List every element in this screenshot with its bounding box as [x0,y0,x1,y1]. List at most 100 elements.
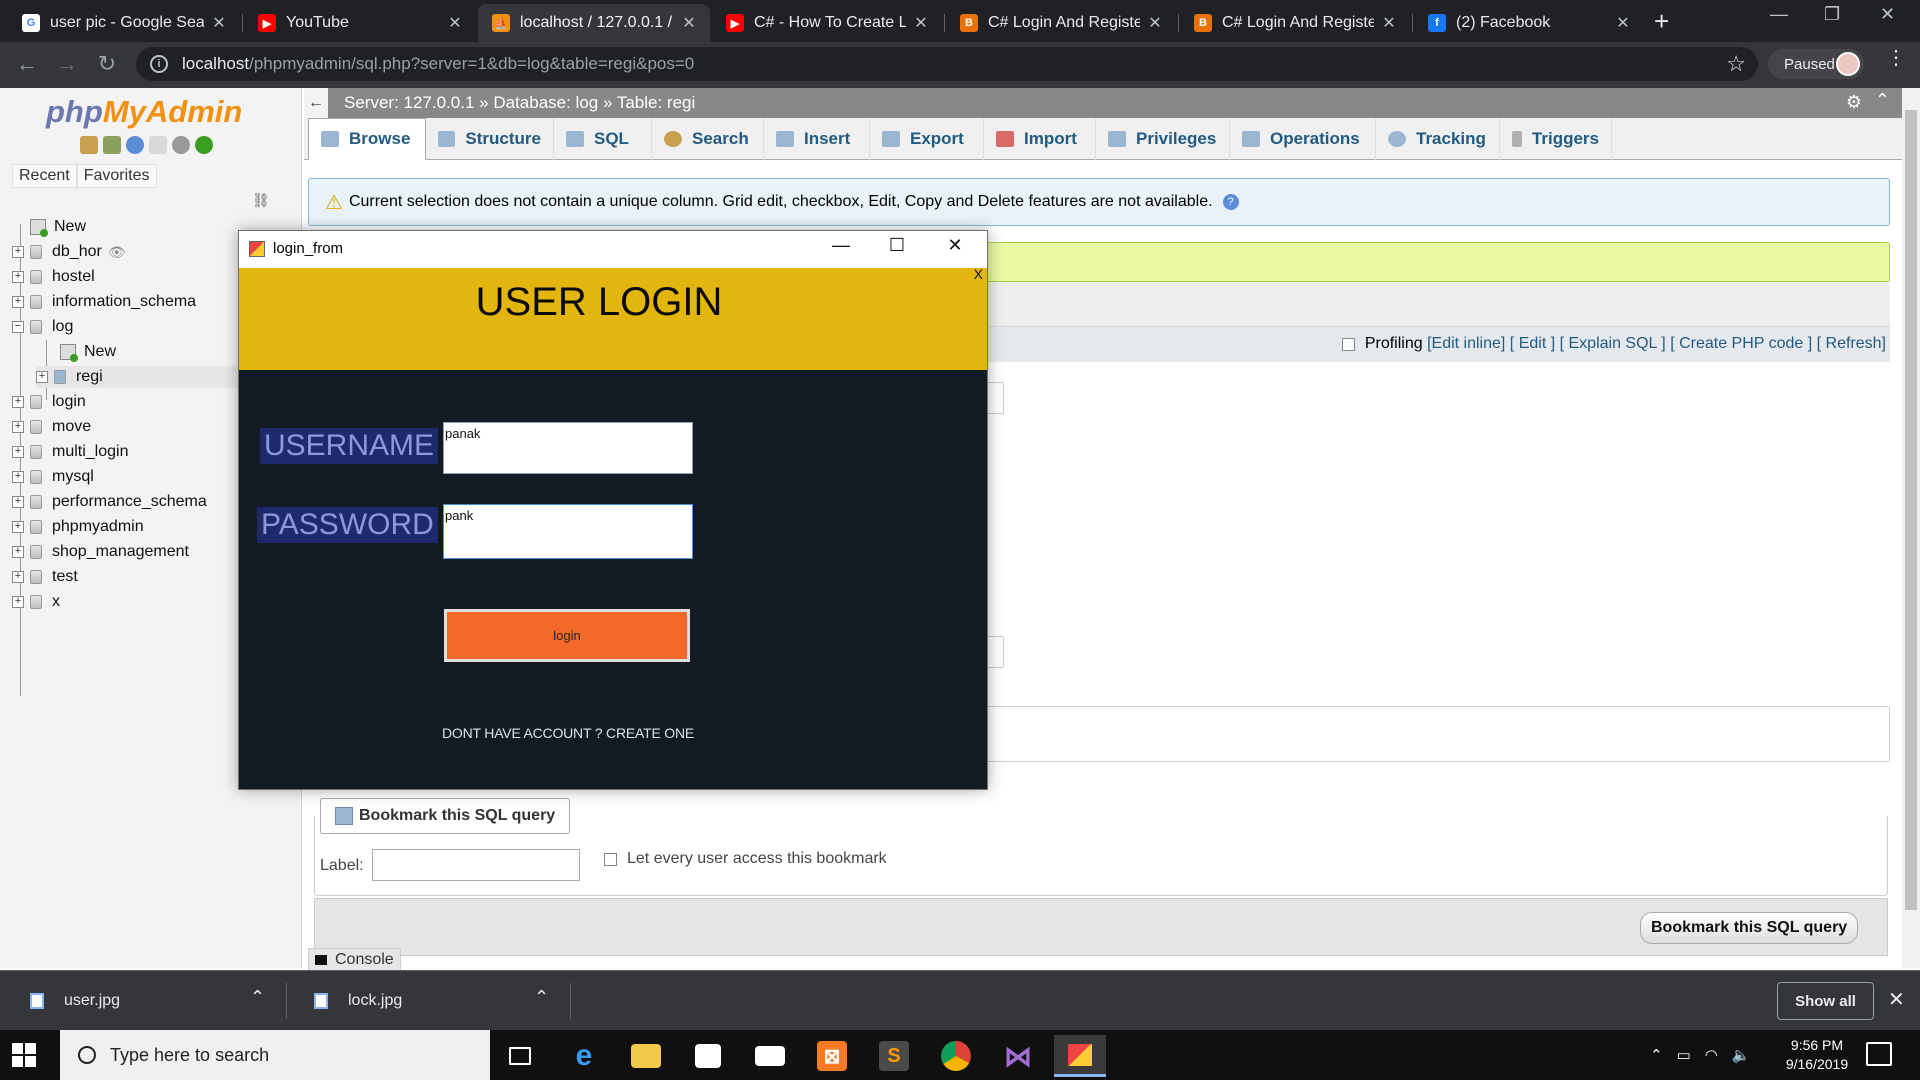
show-hidden-icons-icon[interactable]: ⌃ [1650,1046,1663,1064]
breadcrumb-table[interactable]: Table: regi [617,93,695,112]
windows-start-icon[interactable] [12,1043,36,1067]
share-bookmark-checkbox[interactable] [604,852,617,866]
close-window-icon[interactable]: ✕ [1880,4,1895,25]
address-bar[interactable]: i localhost/phpmyadmin/sql.php?server=1&… [136,47,1758,81]
bookmark-share-option[interactable]: Let every user access this bookmark [604,850,887,868]
expand-icon[interactable]: + [12,296,24,308]
link-icon[interactable]: ⛓ [252,192,270,209]
expand-icon[interactable]: + [12,396,24,408]
tab-browse[interactable]: Browse [308,118,426,160]
scrollbar-thumb[interactable] [1905,110,1917,910]
password-field[interactable]: pank [443,504,693,559]
eye-icon[interactable]: 👁 [108,244,126,261]
breadcrumb-database[interactable]: Database: log » [493,93,612,112]
console-toggle[interactable]: Console [308,948,401,972]
task-view-icon[interactable] [494,1035,546,1077]
mail-icon[interactable] [744,1035,796,1077]
browser-tab[interactable]: B C# Login And Register ✕ [1180,4,1410,42]
edit-inline-link[interactable]: [Edit inline] [1427,335,1505,353]
tab-tracking[interactable]: Tracking [1376,118,1500,160]
show-all-downloads-button[interactable]: Show all [1777,982,1874,1020]
create-account-link[interactable]: DONT HAVE ACCOUNT ? CREATE ONE [442,725,694,741]
tree-item-login[interactable]: + login [12,391,86,413]
battery-icon[interactable]: ▭ [1677,1046,1691,1064]
close-tab-icon[interactable]: ✕ [1614,13,1632,33]
reload-nav-icon[interactable] [195,136,213,154]
help-icon[interactable]: ? [1222,194,1239,210]
window-titlebar[interactable]: login_from — ☐ ✕ [239,231,987,268]
create-php-link[interactable]: [ Create PHP code ] [1670,335,1812,353]
taskbar-search-box[interactable]: Type here to search [60,1030,490,1080]
browser-tab[interactable]: f (2) Facebook ✕ [1414,4,1644,42]
home-icon[interactable] [80,136,98,154]
expand-icon[interactable]: + [12,521,24,533]
expand-icon[interactable]: + [12,421,24,433]
close-tab-icon[interactable]: ✕ [1380,13,1398,33]
tree-item-information-schema[interactable]: + information_schema [12,291,196,313]
browser-menu-icon[interactable]: ⋮ [1886,48,1906,68]
visual-studio-icon[interactable]: ⋈ [992,1035,1044,1077]
bookmark-submit-button[interactable]: Bookmark this SQL query [1640,912,1859,944]
expand-icon[interactable]: + [12,596,24,608]
tree-item-multi-login[interactable]: + multi_login [12,441,128,463]
bookmark-label-input[interactable] [372,849,580,881]
login-form-app-icon[interactable] [1054,1035,1106,1077]
chrome-icon[interactable] [930,1035,982,1077]
tab-sql[interactable]: SQL [554,118,652,160]
tree-item-log[interactable]: − log [12,316,73,338]
download-item[interactable]: user.jpg ⌃ [30,971,280,1031]
expand-icon[interactable]: + [12,496,24,508]
tab-structure[interactable]: Structure [426,118,554,160]
close-icon[interactable]: ✕ [935,235,975,256]
tree-item-x[interactable]: + x [12,591,60,613]
header-close-button[interactable]: X [974,266,983,282]
restore-window-icon[interactable]: ❐ [1824,4,1840,25]
edge-icon[interactable]: e [558,1035,610,1077]
wifi-icon[interactable]: ◠ [1705,1046,1718,1064]
close-tab-icon[interactable]: ✕ [680,13,698,33]
browser-tab[interactable]: G user pic - Google Searc ✕ [8,4,240,42]
profiling-checkbox[interactable] [1341,337,1355,351]
tree-item-shop-management[interactable]: + shop_management [12,541,189,563]
xampp-icon[interactable]: ⊠ [806,1035,858,1077]
phpmyadmin-logo[interactable]: phpMyAdmin [46,94,242,130]
username-field[interactable]: panak [443,422,693,474]
gear-icon[interactable]: ⚙ [1846,92,1862,113]
tree-item-phpmyadmin[interactable]: + phpmyadmin [12,516,144,538]
tree-item-move[interactable]: + move [12,416,91,438]
taskbar-clock[interactable]: 9:56 PM 9/16/2019 [1772,1036,1862,1074]
tree-item-test[interactable]: + test [12,566,78,588]
help-icon[interactable] [126,136,144,154]
profile-button[interactable]: Paused [1768,49,1864,79]
tab-recent[interactable]: Recent [12,164,77,188]
tab-import[interactable]: Import [984,118,1096,160]
chevron-up-icon[interactable]: ⌃ [250,987,265,1008]
collapse-icon[interactable]: − [12,321,24,333]
download-item[interactable]: lock.jpg ⌃ [314,971,564,1031]
browser-tab[interactable]: ▶ C# - How To Create Lo ✕ [712,4,942,42]
tree-item-performance-schema[interactable]: + performance_schema [12,491,207,513]
sublime-text-icon[interactable]: S [868,1035,920,1077]
minimize-icon[interactable]: — [821,235,861,256]
login-button[interactable]: login [444,609,690,662]
store-icon[interactable] [682,1035,734,1077]
collapse-nav-icon[interactable]: ← [304,88,328,118]
expand-icon[interactable]: + [12,546,24,558]
tab-triggers[interactable]: Triggers [1500,118,1612,160]
settings-icon[interactable] [172,136,190,154]
tab-export[interactable]: Export [870,118,984,160]
breadcrumb-server[interactable]: Server: 127.0.0.1 » [344,93,489,112]
browser-tab[interactable]: B C# Login And Register ✕ [946,4,1176,42]
tab-insert[interactable]: Insert [764,118,870,160]
tab-operations[interactable]: Operations [1230,118,1376,160]
explain-sql-link[interactable]: [ Explain SQL ] [1560,335,1666,353]
close-downloads-icon[interactable]: ✕ [1888,987,1905,1012]
bookmark-star-icon[interactable]: ☆ [1726,51,1746,77]
tab-favorites[interactable]: Favorites [76,164,157,188]
browser-tab-active[interactable]: ⛵ localhost / 127.0.0.1 / l ✕ [478,4,710,42]
close-tab-icon[interactable]: ✕ [446,13,464,33]
tree-item-new[interactable]: New [30,216,86,238]
expand-icon[interactable]: + [12,246,24,258]
expand-icon[interactable]: + [12,271,24,283]
site-info-icon[interactable]: i [150,55,168,73]
